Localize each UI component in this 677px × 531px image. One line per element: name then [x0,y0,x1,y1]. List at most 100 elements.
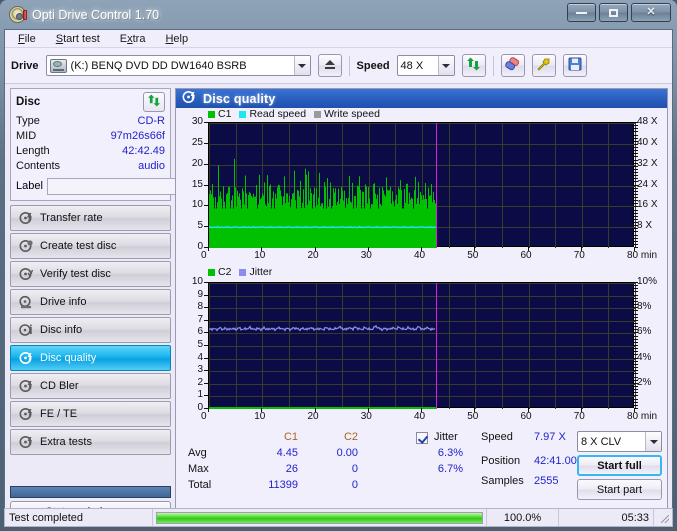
y2-axis-tick [634,297,638,299]
y2-axis-tick [634,329,638,331]
y2-axis-tick [634,395,638,397]
y2-axis-tick-label: 48 X [637,116,658,127]
y-axis-tick-label: 0 [197,241,203,252]
start-full-button[interactable]: Start full [577,455,662,476]
start-full-label: Start full [597,459,642,472]
refresh-button[interactable] [461,54,486,77]
y2-axis-tick [634,225,638,227]
y2-axis-tick [634,291,638,293]
y2-axis-tick-label: 2% [637,376,652,388]
x-axis-tick-label: 60 [520,411,532,422]
col-header-c2: C2 [343,431,358,443]
x-axis-tick-label: 10 [254,411,266,422]
maximize-button[interactable] [599,3,628,22]
status-progress [153,509,487,526]
y-axis-tick-label: 4 [197,351,203,363]
y2-axis-tick [634,168,638,170]
disc-quality-icon [182,90,197,107]
y2-axis-tick [634,282,638,283]
sidebar-item-disc-info[interactable]: Disc info [10,317,171,343]
y2-axis-tick-label: 6% [637,326,652,338]
save-button[interactable] [562,54,587,77]
speed-chevron-down-icon[interactable] [437,56,454,75]
y2-axis-tick-label: 16 X [637,199,658,211]
chart1-plot[interactable] [208,122,636,248]
sidebar-item-cd-bler[interactable]: CD Bler [10,373,171,399]
sidebar-item-fe-te[interactable]: FE / TE [10,401,171,427]
c1-speed-chart[interactable]: C1 Read speed Write speed 0 5 10 15 20 25 30 8 … [176,108,667,266]
y2-axis-tick [634,206,638,208]
menu-start-test[interactable]: Start test [53,32,103,46]
y-axis-tick-label: 20 [191,157,203,169]
grid-line-v [635,123,636,248]
eject-button[interactable] [317,54,342,77]
x-axis-tick-label: 70 [573,250,585,261]
disc-type-label: Type [16,115,40,127]
minimize-button[interactable] [567,3,596,22]
resize-grip[interactable] [654,509,672,526]
x-axis-tick [474,247,476,251]
menu-extra[interactable]: Extra [117,32,149,46]
y-axis-tick-label: 1 [197,389,203,401]
x-axis-tick [208,247,209,251]
sidebar-item-disc-quality[interactable]: Disc quality [10,345,171,371]
c2-jitter-chart[interactable]: C2 Jitter 0 1 2 3 4 5 6 7 8 9 10 2% 4% 6% 8% 10% 0 10 20 30… [176,266,667,429]
erase-button[interactable] [500,54,525,77]
grid-line-v [635,283,636,409]
y2-axis-tick [634,218,638,220]
sidebar-item-verify-test-disc[interactable]: Verify test disc [10,261,171,287]
drive-value: (K:) BENQ DVD DD DW1640 BSRB [70,59,247,72]
write-strategy-select[interactable]: 8 X CLV [577,431,662,452]
y2-axis-tick [634,285,638,287]
write-strategy-value: 8 X CLV [581,435,622,448]
y-axis-tick [204,370,208,372]
x-axis-tick-label: 10 [254,250,266,261]
menu-file[interactable]: FFileile [15,32,39,46]
y2-axis-tick [634,382,638,384]
sidebar-item-transfer-rate[interactable]: Transfer rate [10,205,171,231]
status-percent: 100.0% [487,509,559,526]
close-button[interactable]: ✕ [631,3,671,22]
y-axis-tick [204,294,208,296]
x-axis-tick-label: 40 [414,250,426,261]
disc-transfer-icon [18,211,33,226]
sidebar-item-label: Disc info [40,324,83,336]
y-axis-tick [204,282,208,283]
speed-select[interactable]: 48 X [396,55,455,76]
close-icon: ✕ [646,6,656,18]
disc-create-icon [18,239,33,254]
disc-label-input[interactable] [46,177,195,195]
jitter-checkbox[interactable] [416,432,428,444]
y2-axis-tick [634,131,638,133]
start-part-button[interactable]: Start part [577,479,662,500]
disc-contents-label: Contents [16,160,61,172]
body-split: Disc Type CD-R MID 97m26s66f Length 42:4… [5,84,672,526]
avg-c1: 4.45 [276,447,298,459]
sidebar-item-extra-tests[interactable]: Extra tests [10,429,171,455]
menu-help[interactable]: Help [162,32,191,46]
tools-button[interactable] [531,54,556,77]
y2-axis-tick [634,237,638,239]
y2-axis-tick [634,392,638,394]
drive-label: Drive [11,59,39,72]
chart-cursor-line [436,123,437,248]
drive-select[interactable]: (K:) BENQ DVD DD DW1640 BSRB [45,55,311,76]
y-axis-tick-label: 30 [191,116,203,127]
sidebar-item-create-test-disc[interactable]: Create test disc [10,233,171,259]
y2-axis-tick [634,310,638,312]
write-strategy-chevron-down-icon[interactable] [645,432,661,451]
y-axis-tick [204,226,208,228]
y2-axis-tick [634,360,638,362]
drive-chevron-down-icon[interactable] [293,56,310,75]
disc-refresh-button[interactable] [143,92,165,112]
disc-label-label: Label [16,180,43,192]
chart2-plot[interactable] [208,282,636,409]
y2-axis-tick [634,373,638,375]
y2-axis-tick [634,150,638,152]
max-c1: 26 [285,463,298,475]
sidebar-item-drive-info[interactable]: Drive info [10,289,171,315]
x-axis-tick-label: 30 [360,250,372,261]
y2-axis-tick [634,288,638,290]
sidebar-progress-bar [10,486,171,498]
x-axis-tick-label: 20 [307,411,319,422]
